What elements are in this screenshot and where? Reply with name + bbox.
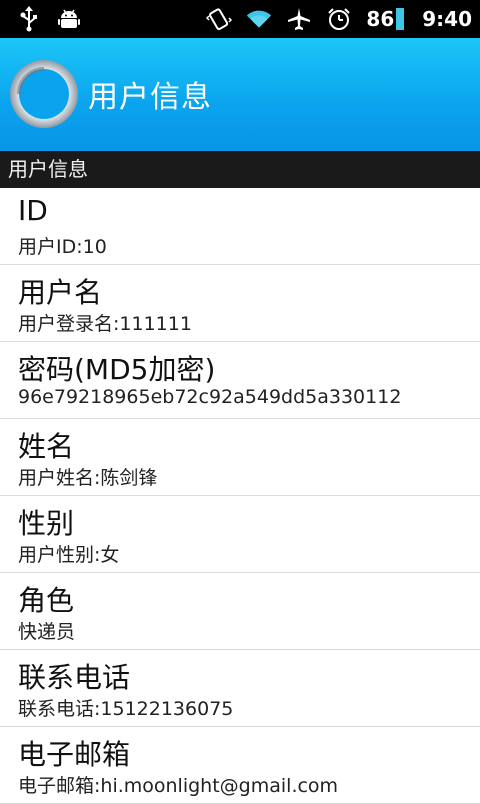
list-item-phone[interactable]: 联系电话 联系电话:15122136075: [0, 650, 480, 727]
page-title: 用户信息: [88, 80, 212, 115]
list-item-role[interactable]: 角色 快递员: [0, 573, 480, 650]
wifi-icon: [246, 6, 272, 32]
airplane-mode-icon: [286, 6, 312, 32]
list-item-id[interactable]: ID 用户ID:10: [0, 188, 480, 265]
item-title: ID: [18, 194, 48, 227]
list-item-username[interactable]: 用户名 用户登录名:111111: [0, 265, 480, 342]
item-value: 用户性别:女: [18, 544, 120, 566]
battery-level: 86: [366, 7, 395, 31]
vibrate-icon: [206, 6, 233, 32]
item-title: 联系电话: [18, 661, 131, 694]
list-item-password[interactable]: 密码(MD5加密) 96e79218965eb72c92a549dd5a3301…: [0, 342, 480, 419]
usb-icon: [16, 6, 42, 32]
user-info-list: ID 用户ID:10 用户名 用户登录名:111111 密码(MD5加密) 96…: [0, 188, 480, 804]
item-value: 用户ID:10: [18, 236, 107, 258]
item-value: 用户姓名:陈剑锋: [18, 467, 158, 489]
app-header: 用户信息: [0, 38, 480, 151]
item-value: 96e79218965eb72c92a549dd5a330112: [18, 386, 402, 408]
item-title: 电子邮箱: [18, 738, 131, 771]
battery-icon: [396, 8, 405, 30]
item-value: 快递员: [18, 621, 76, 643]
item-value: 联系电话:15122136075: [18, 698, 234, 720]
item-value: 用户登录名:111111: [18, 313, 192, 335]
status-right: 86 9:40: [206, 6, 472, 32]
alarm-icon: [326, 6, 352, 32]
circle-logo-icon[interactable]: [8, 58, 80, 130]
item-title: 密码(MD5加密): [18, 353, 216, 386]
battery-indicator: 86: [366, 7, 405, 31]
list-item-gender[interactable]: 性别 用户性别:女: [0, 496, 480, 573]
android-debug-icon: [56, 6, 82, 32]
status-left: [16, 6, 82, 32]
status-bar: 86 9:40: [0, 0, 480, 38]
list-item-name[interactable]: 姓名 用户姓名:陈剑锋: [0, 419, 480, 496]
item-title: 性别: [18, 507, 75, 540]
item-title: 姓名: [18, 430, 75, 463]
section-header: 用户信息: [0, 151, 480, 188]
list-item-email[interactable]: 电子邮箱 电子邮箱:hi.moonlight@gmail.com: [0, 727, 480, 804]
item-title: 角色: [18, 584, 75, 617]
item-title: 用户名: [18, 276, 103, 309]
item-value: 电子邮箱:hi.moonlight@gmail.com: [18, 775, 339, 797]
clock: 9:40: [422, 7, 472, 31]
